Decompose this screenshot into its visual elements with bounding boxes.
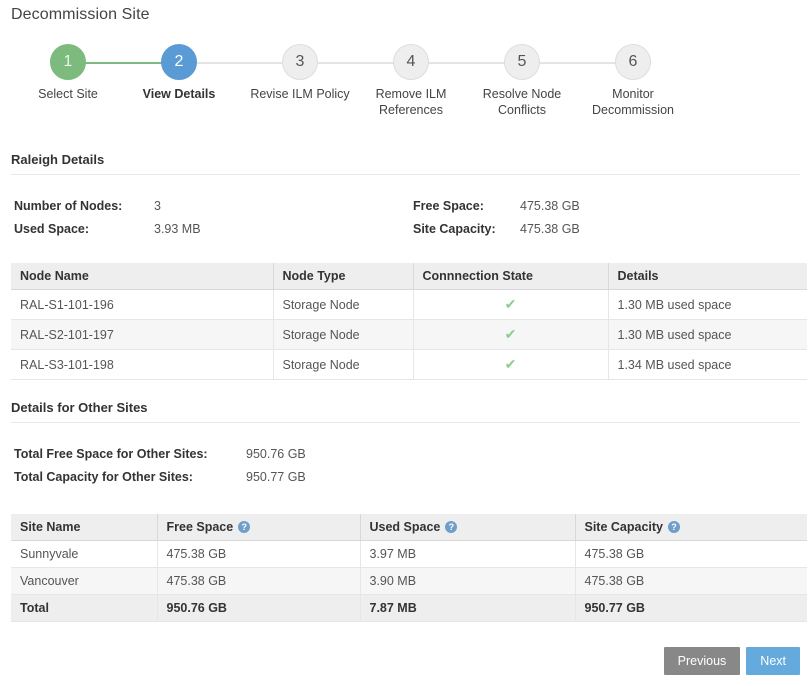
check-icon: ✔ (423, 326, 599, 343)
check-icon: ✔ (423, 296, 599, 313)
page-title: Decommission Site (11, 6, 150, 24)
column-header: Connnection State (413, 263, 608, 290)
summary-label: Used Space: (14, 218, 154, 241)
wizard-step-number: 2 (161, 44, 197, 80)
wizard-step-5[interactable]: 5 Resolve Node Conflicts (466, 44, 578, 118)
help-icon[interactable]: ? (668, 521, 680, 533)
table-row: Sunnyvale475.38 GB3.97 MB475.38 GB (11, 541, 807, 568)
check-icon: ✔ (423, 356, 599, 373)
node-type-cell: Storage Node (273, 350, 413, 380)
node-details-cell: 1.30 MB used space (608, 320, 807, 350)
summary-value: 3 (154, 195, 161, 218)
summary-value: 950.76 GB (246, 443, 306, 466)
column-header: Used Space? (360, 514, 575, 541)
site-details-right-summary: Free Space:475.38 GBSite Capacity:475.38… (413, 195, 580, 241)
column-header-label: Free Space (167, 520, 234, 534)
help-icon[interactable]: ? (445, 521, 457, 533)
summary-value: 475.38 GB (520, 195, 580, 218)
wizard-step-label: Remove ILM References (355, 86, 467, 118)
wizard-step-number: 5 (504, 44, 540, 80)
node-name-cell: RAL-S1-101-196 (11, 290, 273, 320)
column-header-label: Used Space (370, 520, 441, 534)
other-sites-heading: Details for Other Sites (11, 400, 800, 423)
sites-table: Site NameFree Space?Used Space?Site Capa… (11, 514, 807, 622)
summary-value: 475.38 GB (520, 218, 580, 241)
wizard-step-3[interactable]: 3 Revise ILM Policy (244, 44, 356, 102)
wizard-step-label: View Details (123, 86, 235, 102)
nodes-table: Node NameNode TypeConnnection StateDetai… (11, 263, 807, 380)
site-capacity-cell: 950.77 GB (575, 595, 807, 622)
wizard-step-number: 1 (50, 44, 86, 80)
sites-table-header-row: Site NameFree Space?Used Space?Site Capa… (11, 514, 807, 541)
summary-label: Total Capacity for Other Sites: (14, 466, 246, 489)
wizard-steps: 1 Select Site 2 View Details 3 Revise ILM Pol… (11, 44, 800, 134)
column-header-label: Site Name (20, 520, 80, 534)
site-capacity-cell: 475.38 GB (575, 568, 807, 595)
summary-row: Free Space:475.38 GB (413, 195, 580, 218)
summary-row: Number of Nodes:3 (14, 195, 201, 218)
wizard-step-label: Select Site (12, 86, 124, 102)
site-details-heading: Raleigh Details (11, 152, 800, 175)
site-name-cell: Sunnyvale (11, 541, 157, 568)
table-total-row: Total950.76 GB7.87 MB950.77 GB (11, 595, 807, 622)
wizard-step-label: Resolve Node Conflicts (466, 86, 578, 118)
connection-state-cell: ✔ (413, 290, 608, 320)
summary-row: Total Capacity for Other Sites:950.77 GB (14, 466, 306, 489)
wizard-step-number: 4 (393, 44, 429, 80)
wizard-footer: Previous Next (664, 647, 800, 675)
column-header: Free Space? (157, 514, 360, 541)
summary-label: Total Free Space for Other Sites: (14, 443, 246, 466)
connection-state-cell: ✔ (413, 350, 608, 380)
used-space-cell: 3.97 MB (360, 541, 575, 568)
summary-row: Used Space:3.93 MB (14, 218, 201, 241)
site-capacity-cell: 475.38 GB (575, 541, 807, 568)
free-space-cell: 475.38 GB (157, 541, 360, 568)
site-name-cell: Total (11, 595, 157, 622)
site-name-cell: Vancouver (11, 568, 157, 595)
wizard-step-number: 3 (282, 44, 318, 80)
help-icon[interactable]: ? (238, 521, 250, 533)
table-row: Vancouver475.38 GB3.90 MB475.38 GB (11, 568, 807, 595)
node-name-cell: RAL-S2-101-197 (11, 320, 273, 350)
wizard-step-2[interactable]: 2 View Details (123, 44, 235, 102)
column-header: Node Name (11, 263, 273, 290)
table-row: RAL-S2-101-197Storage Node ✔ 1.30 MB used … (11, 320, 807, 350)
table-row: RAL-S1-101-196Storage Node ✔ 1.30 MB used … (11, 290, 807, 320)
table-row: RAL-S3-101-198Storage Node ✔ 1.34 MB used … (11, 350, 807, 380)
previous-button[interactable]: Previous (664, 647, 741, 675)
column-header: Node Type (273, 263, 413, 290)
summary-value: 3.93 MB (154, 218, 201, 241)
node-name-cell: RAL-S3-101-198 (11, 350, 273, 380)
wizard-step-1[interactable]: 1 Select Site (12, 44, 124, 102)
node-details-cell: 1.30 MB used space (608, 290, 807, 320)
used-space-cell: 3.90 MB (360, 568, 575, 595)
free-space-cell: 950.76 GB (157, 595, 360, 622)
used-space-cell: 7.87 MB (360, 595, 575, 622)
summary-label: Number of Nodes: (14, 195, 154, 218)
wizard-step-number: 6 (615, 44, 651, 80)
wizard-step-label: Monitor Decommission (577, 86, 689, 118)
wizard-step-label: Revise ILM Policy (244, 86, 356, 102)
column-header: Details (608, 263, 807, 290)
node-type-cell: Storage Node (273, 290, 413, 320)
wizard-step-6[interactable]: 6 Monitor Decommission (577, 44, 689, 118)
wizard-step-4[interactable]: 4 Remove ILM References (355, 44, 467, 118)
site-details-left-summary: Number of Nodes:3Used Space:3.93 MB (14, 195, 201, 241)
node-type-cell: Storage Node (273, 320, 413, 350)
nodes-table-header-row: Node NameNode TypeConnnection StateDetai… (11, 263, 807, 290)
free-space-cell: 475.38 GB (157, 568, 360, 595)
other-sites-summary: Total Free Space for Other Sites:950.76 … (14, 443, 306, 489)
column-header: Site Capacity? (575, 514, 807, 541)
summary-row: Total Free Space for Other Sites:950.76 … (14, 443, 306, 466)
summary-label: Site Capacity: (413, 218, 520, 241)
next-button[interactable]: Next (746, 647, 800, 675)
connection-state-cell: ✔ (413, 320, 608, 350)
column-header: Site Name (11, 514, 157, 541)
column-header-label: Site Capacity (585, 520, 664, 534)
summary-value: 950.77 GB (246, 466, 306, 489)
summary-row: Site Capacity:475.38 GB (413, 218, 580, 241)
summary-label: Free Space: (413, 195, 520, 218)
node-details-cell: 1.34 MB used space (608, 350, 807, 380)
